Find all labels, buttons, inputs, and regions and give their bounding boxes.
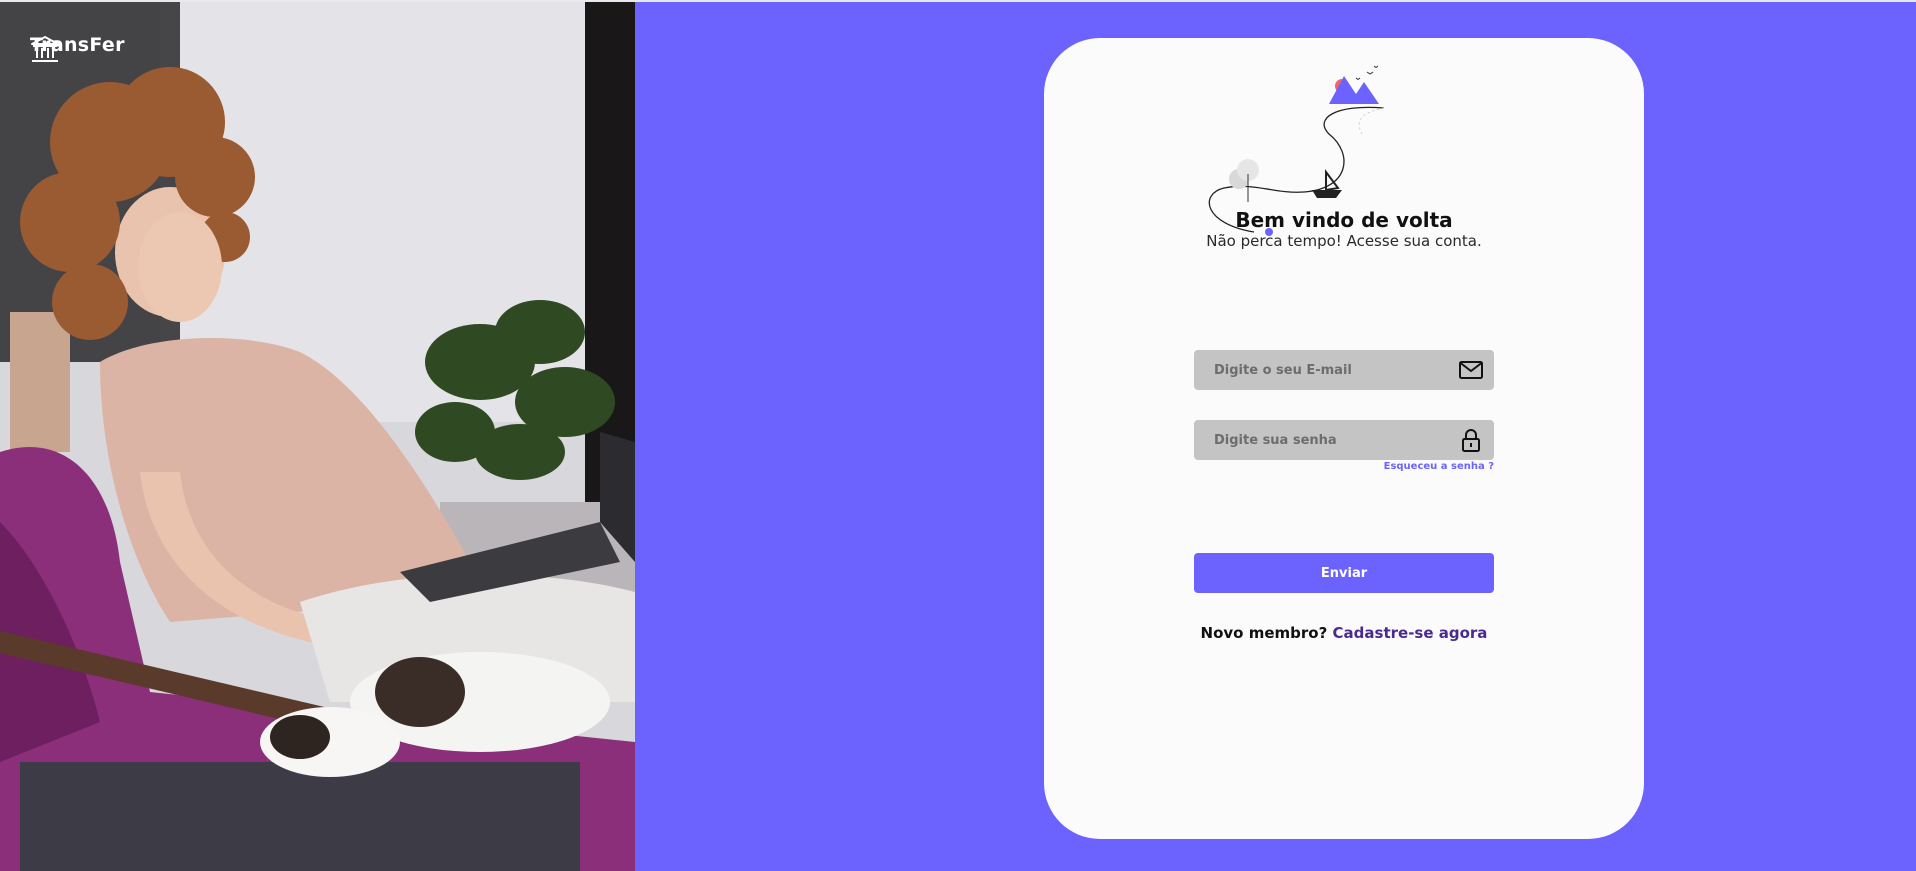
signup-prompt: Novo membro? Cadastre-se agora [1044, 624, 1644, 642]
signup-prompt-text: Novo membro? [1200, 624, 1328, 642]
bank-building-icon [31, 36, 59, 62]
password-input[interactable] [1194, 420, 1449, 460]
welcome-title: Bem vindo de volta [1235, 208, 1453, 232]
hero-illustration [0, 2, 635, 871]
brand[interactable]: TransFer [30, 34, 125, 62]
signup-link[interactable]: Cadastre-se agora [1333, 624, 1488, 642]
welcome-subtitle: Não perca tempo! Acesse sua conta. [1206, 232, 1482, 250]
lock-icon [1462, 429, 1480, 452]
password-field[interactable] [1194, 420, 1494, 460]
envelope-icon [1459, 361, 1483, 379]
login-page: TransFer Bem vindo de volta Não perca te… [0, 0, 1916, 871]
login-card: Bem vindo de volta Não perca tempo! Aces… [1044, 38, 1644, 839]
email-input[interactable] [1194, 350, 1449, 390]
email-field[interactable] [1194, 350, 1494, 390]
submit-button[interactable]: Enviar [1194, 553, 1494, 593]
hero-photo: TransFer [0, 2, 635, 871]
forgot-password-link[interactable]: Esqueceu a senha ? [1384, 461, 1494, 472]
